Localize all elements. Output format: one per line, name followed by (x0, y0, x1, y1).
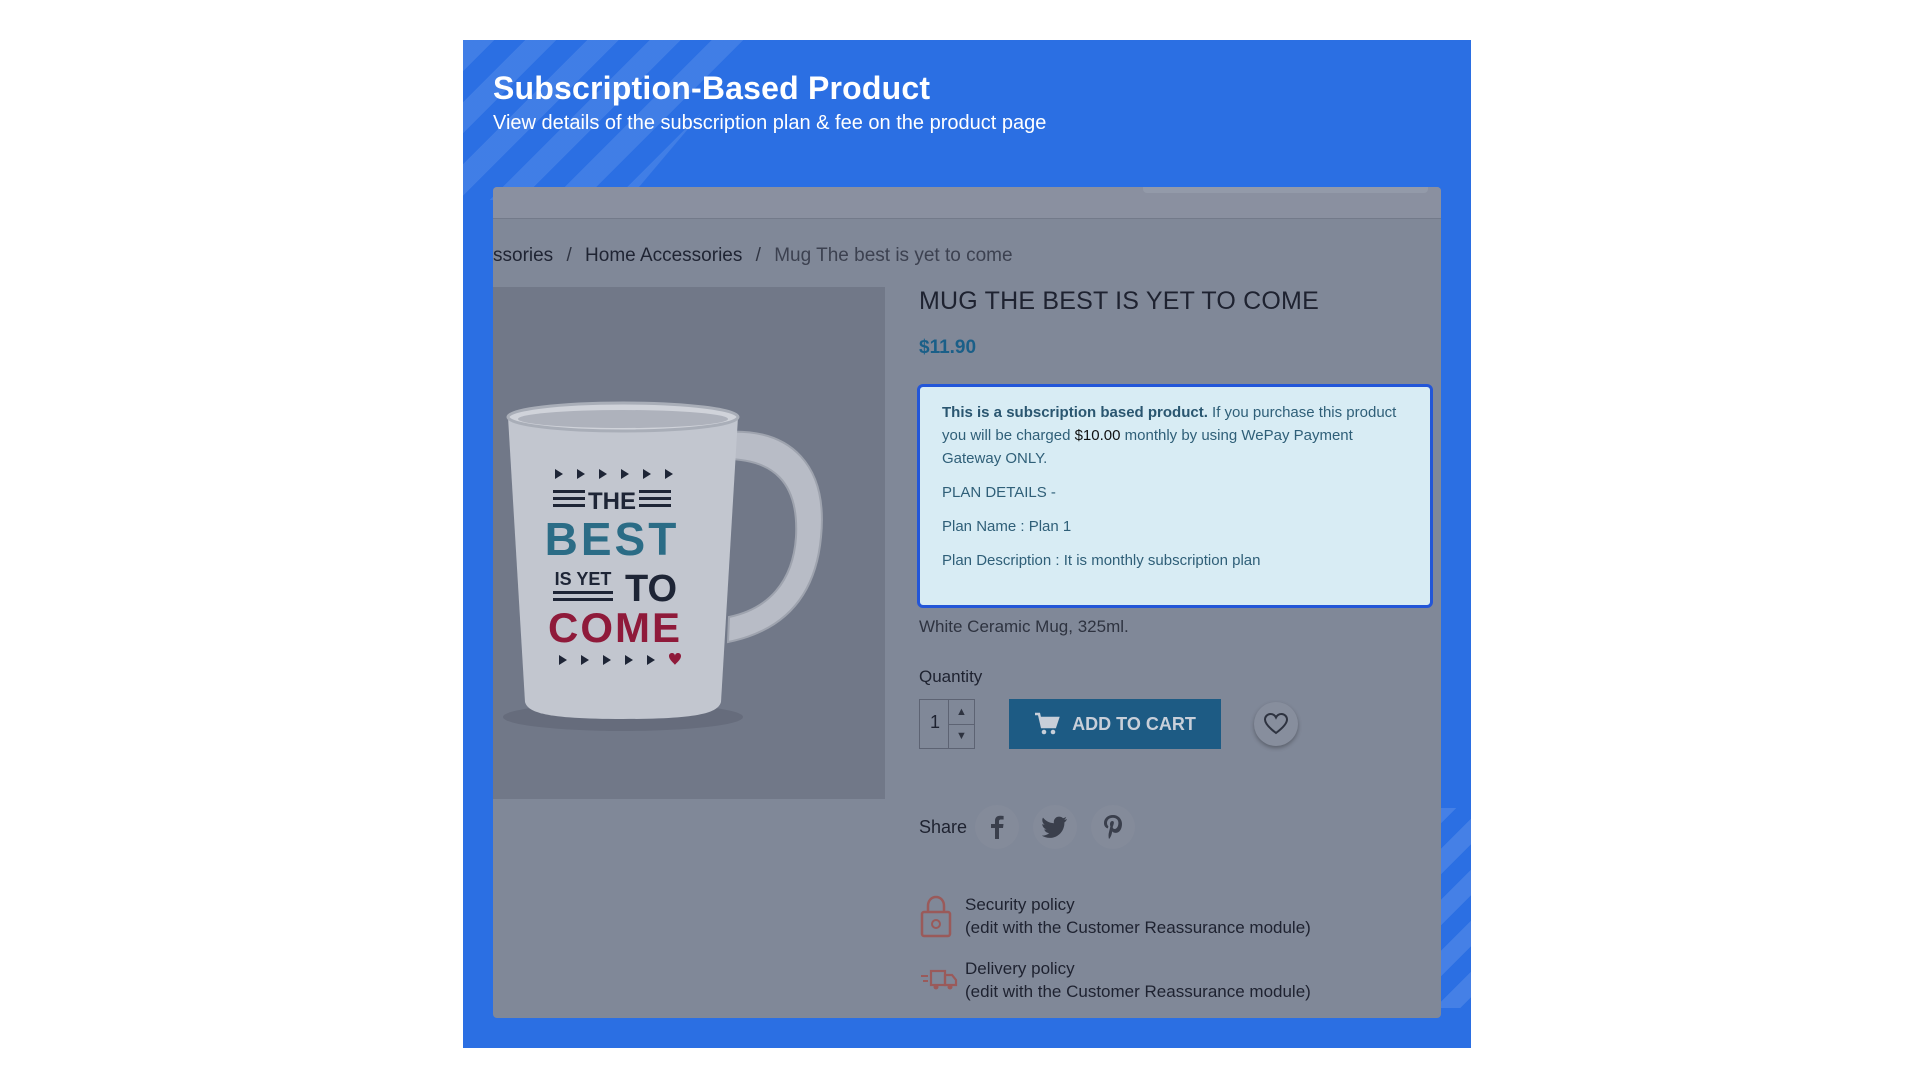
reassurance-security: Security policy (edit with the Customer … (919, 893, 1419, 943)
subscription-info-box: This is a subscription based product. If… (917, 384, 1433, 608)
reassurance-delivery: Delivery policy (edit with the Customer … (919, 957, 1419, 1007)
promo-banner: Subscription-Based Product View details … (463, 40, 1471, 1048)
share-label: Share (919, 817, 968, 837)
product-title: MUG THE BEST IS YET TO COME (919, 287, 1319, 315)
breadcrumb-item-home-accessories[interactable]: Home Accessories (585, 245, 742, 266)
add-to-cart-label: ADD TO CART (1072, 713, 1196, 734)
delivery-policy-title: Delivery policy (965, 959, 1075, 978)
twitter-icon (1042, 816, 1067, 838)
quantity-input[interactable]: 1 (920, 700, 948, 748)
cart-icon (1035, 712, 1060, 735)
quantity-increment-icon[interactable]: ▲ (949, 700, 974, 724)
reassurance-delivery-text: Delivery policy (edit with the Customer … (965, 957, 1311, 1003)
product-image[interactable]: THE BEST IS YET TO COME (493, 287, 885, 799)
mug-text-the: THE (588, 488, 636, 515)
mug-text-is-yet: IS YET (555, 569, 612, 589)
quantity-decrement-icon[interactable]: ▼ (949, 723, 974, 749)
breadcrumb-item-accessories[interactable]: ssories (493, 245, 553, 266)
lock-icon (920, 895, 952, 938)
pinterest-share-button[interactable] (1091, 805, 1135, 849)
plan-name: Plan Name : Plan 1 (942, 518, 1072, 535)
facebook-share-button[interactable] (975, 805, 1019, 849)
mug-illustration: THE BEST IS YET TO COME (503, 401, 823, 731)
heart-icon (1264, 713, 1288, 735)
plan-details-header: PLAN DETAILS - (942, 484, 1056, 501)
reassurance-security-text: Security policy (edit with the Customer … (965, 893, 1311, 939)
mug-text-best: BEST (545, 513, 680, 565)
breadcrumb: ssories / Home Accessories / Mug The bes… (493, 245, 1013, 267)
product-page-screenshot: ssories / Home Accessories / Mug The bes… (493, 187, 1441, 1018)
security-policy-note: (edit with the Customer Reassurance modu… (965, 918, 1311, 937)
plan-description: Plan Description : It is monthly subscri… (942, 552, 1261, 569)
breadcrumb-separator: / (566, 245, 572, 266)
product-price: $11.90 (919, 337, 977, 358)
security-policy-title: Security policy (965, 895, 1075, 914)
product-short-description: White Ceramic Mug, 325ml. (919, 617, 1129, 636)
banner-subtitle: View details of the subscription plan & … (493, 112, 1047, 134)
facebook-icon (991, 815, 1004, 839)
mug-text-come: COME (548, 604, 682, 651)
banner-title: Subscription-Based Product (493, 70, 931, 106)
header-tab (1143, 187, 1428, 193)
wishlist-button[interactable] (1254, 702, 1298, 746)
quantity-label: Quantity (919, 667, 983, 686)
subscription-summary: This is a subscription based product. If… (942, 401, 1408, 470)
quantity-stepper[interactable]: 1 ▲ ▼ (919, 699, 975, 749)
quantity-step-controls: ▲ ▼ (948, 700, 974, 748)
site-header-bar (493, 187, 1441, 219)
subscription-amount: $10.00 (1074, 427, 1121, 444)
pinterest-icon (1104, 815, 1122, 839)
add-to-cart-button[interactable]: ADD TO CART (1009, 699, 1221, 749)
breadcrumb-separator: / (755, 245, 761, 266)
truck-icon (921, 969, 958, 990)
subscription-headline: This is a subscription based product. (942, 404, 1208, 421)
delivery-policy-note: (edit with the Customer Reassurance modu… (965, 982, 1311, 1001)
breadcrumb-item-current: Mug The best is yet to come (774, 245, 1013, 266)
twitter-share-button[interactable] (1033, 805, 1077, 849)
